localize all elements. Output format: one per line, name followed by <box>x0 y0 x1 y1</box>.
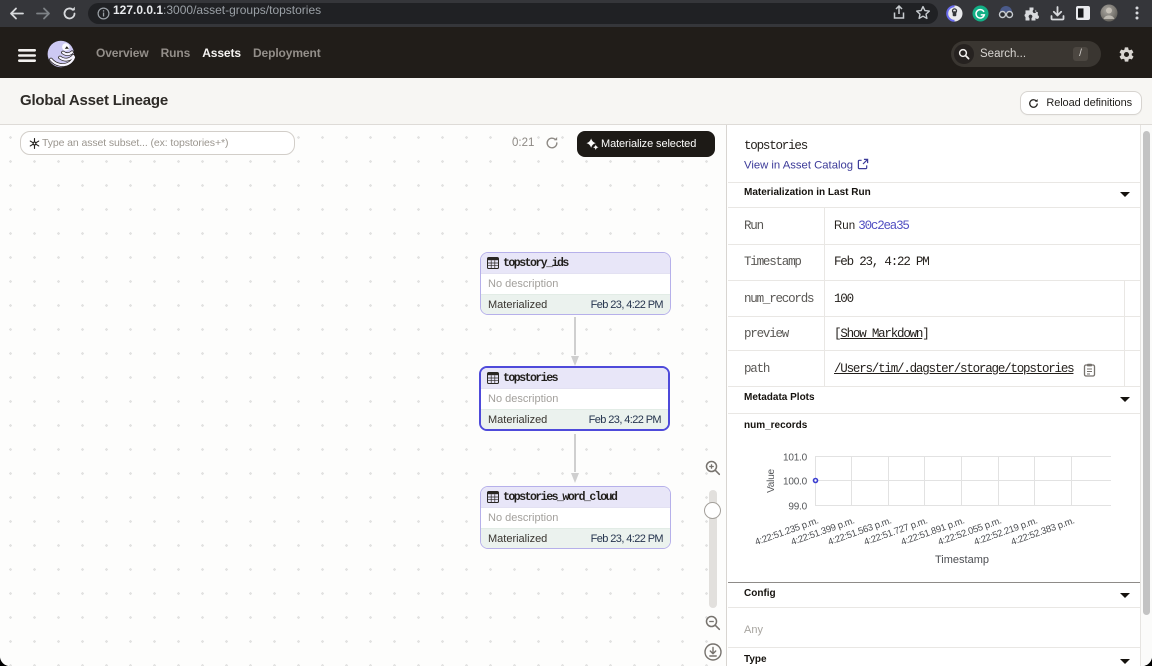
svg-text:Value: Value <box>766 468 777 492</box>
svg-text:100.0: 100.0 <box>783 477 808 488</box>
svg-text:101.0: 101.0 <box>783 453 808 464</box>
svg-text:Timestamp: Timestamp <box>935 554 989 566</box>
svg-text:99.0: 99.0 <box>788 502 807 513</box>
